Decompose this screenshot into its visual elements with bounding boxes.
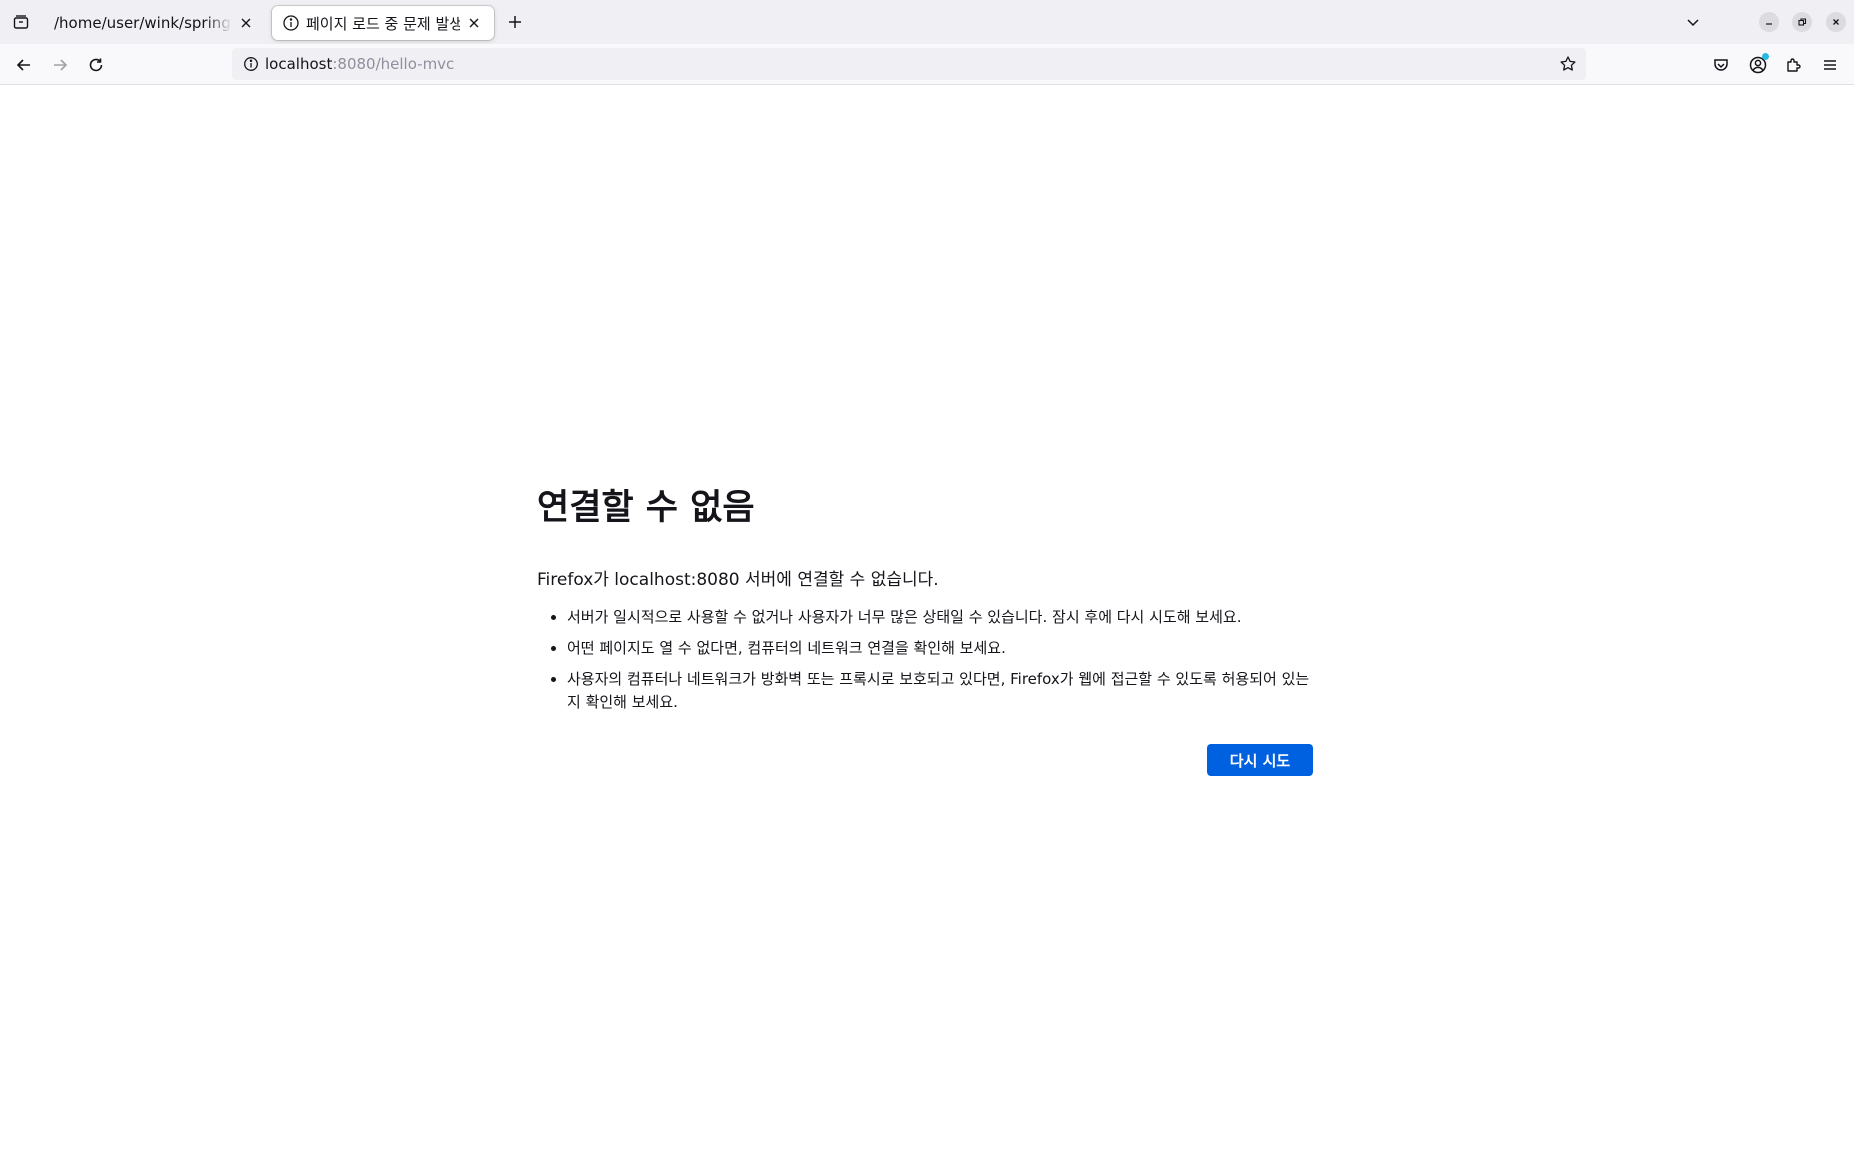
arrow-right-icon[interactable] xyxy=(45,50,75,80)
account-icon[interactable] xyxy=(1745,52,1771,78)
tab-strip: /home/user/wink/spring%20 페이지 로드 중 문제 발생 xyxy=(0,0,1854,44)
error-actions: 다시 시도 xyxy=(537,744,1313,776)
suggestion-list: 서버가 일시적으로 사용할 수 없거나 사용자가 너무 많은 상태일 수 있습니… xyxy=(537,606,1313,714)
list-item: 사용자의 컴퓨터나 네트워크가 방화벽 또는 프록시로 보호되고 있다면, Fi… xyxy=(567,668,1313,714)
navigation-toolbar: localhost:8080/hello-mvc xyxy=(0,44,1854,85)
error-description: Firefox가 localhost:8080 서버에 연결할 수 없습니다. xyxy=(537,570,939,590)
close-icon[interactable] xyxy=(464,13,484,33)
window-close-icon[interactable] xyxy=(1826,12,1846,32)
close-icon[interactable] xyxy=(236,13,256,33)
tab-error-page[interactable]: 페이지 로드 중 문제 발생 xyxy=(272,6,494,40)
tab-title: /home/user/wink/spring%20 xyxy=(54,14,232,32)
list-item: 서버가 일시적으로 사용할 수 없거나 사용자가 너무 많은 상태일 수 있습니… xyxy=(567,606,1313,629)
restore-icon[interactable] xyxy=(1792,12,1812,32)
tab-list-icon[interactable] xyxy=(8,9,34,35)
info-icon[interactable] xyxy=(242,55,260,73)
reload-icon[interactable] xyxy=(81,50,111,80)
error-page: 연결할 수 없음 Firefox가 localhost:8080 서버에 연결할… xyxy=(537,480,1313,776)
list-item: 어떤 페이지도 열 수 없다면, 컴퓨터의 네트워크 연결을 확인해 보세요. xyxy=(567,637,1313,660)
page-title: 연결할 수 없음 xyxy=(537,488,755,528)
url-path: :8080/hello-mvc xyxy=(332,55,455,73)
tab-title: 페이지 로드 중 문제 발생 xyxy=(306,14,460,33)
chevron-down-icon[interactable] xyxy=(1680,9,1706,35)
tab-spring-file[interactable]: /home/user/wink/spring%20 xyxy=(44,6,266,40)
url-text[interactable]: localhost:8080/hello-mvc xyxy=(265,48,454,80)
url-host: localhost xyxy=(265,55,333,73)
star-icon[interactable] xyxy=(1558,54,1578,74)
plus-icon[interactable] xyxy=(502,9,528,35)
hamburger-icon[interactable] xyxy=(1817,52,1843,78)
pocket-icon[interactable] xyxy=(1708,52,1734,78)
minimize-icon[interactable] xyxy=(1759,12,1779,32)
info-icon xyxy=(282,14,300,32)
arrow-left-icon[interactable] xyxy=(9,50,39,80)
account-badge xyxy=(1762,53,1769,60)
puzzle-icon[interactable] xyxy=(1781,52,1807,78)
retry-button[interactable]: 다시 시도 xyxy=(1207,744,1313,776)
url-bar[interactable]: localhost:8080/hello-mvc xyxy=(232,48,1586,80)
